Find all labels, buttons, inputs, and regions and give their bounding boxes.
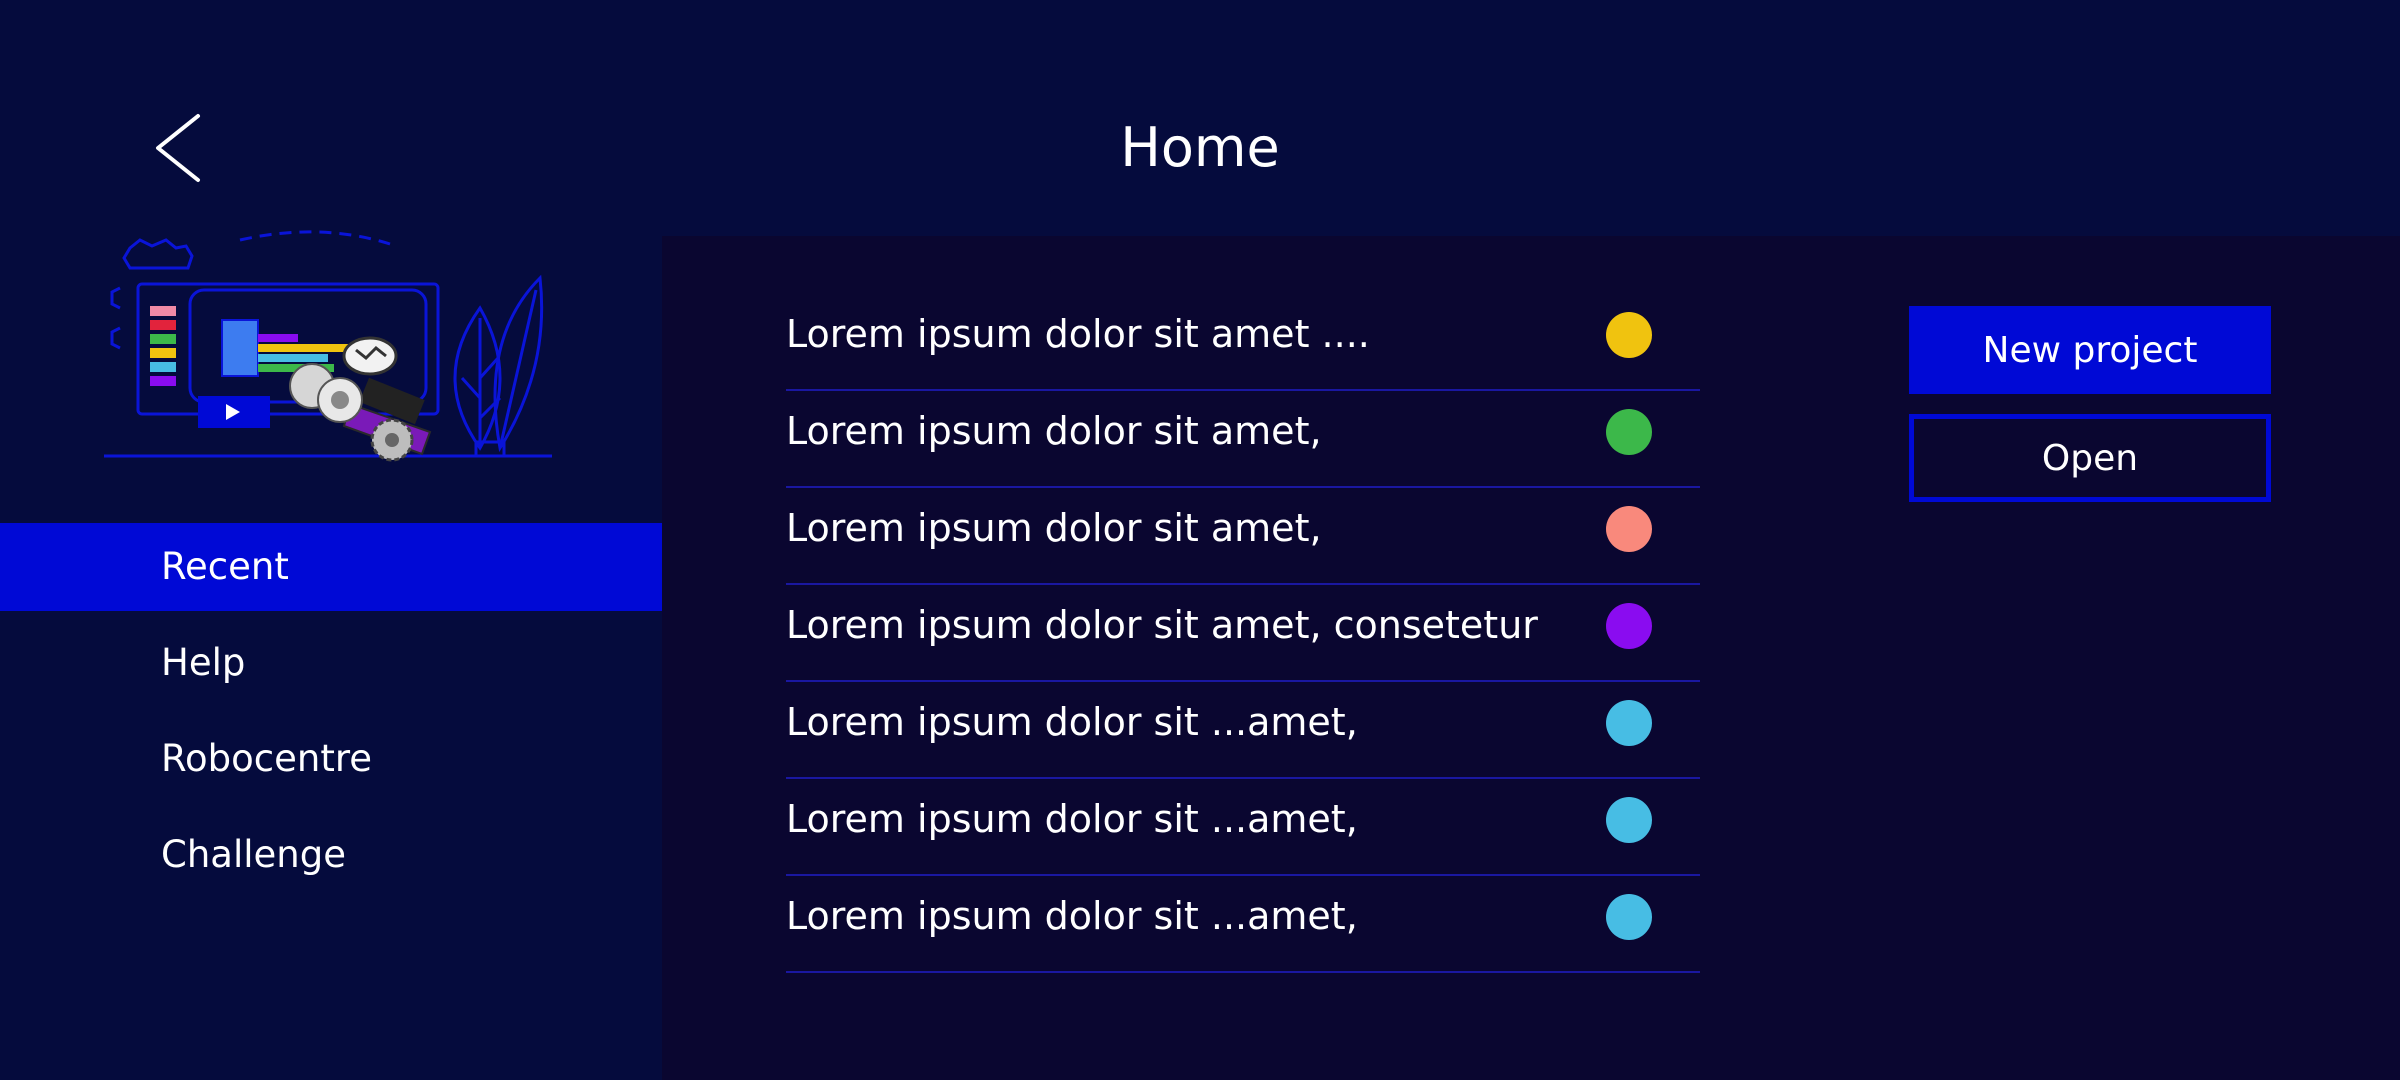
list-item[interactable]: Lorem ipsum dolor sit amet, [786,391,1700,488]
list-item[interactable]: Lorem ipsum dolor sit ...amet, [786,682,1700,779]
sidebar-item-challenge[interactable]: Challenge [0,811,662,899]
status-dot [1606,312,1652,358]
sidebar-item-label: Recent [161,545,289,588]
sidebar-item-robocentre[interactable]: Robocentre [0,715,662,803]
project-name: Lorem ipsum dolor sit ...amet, [786,797,1358,841]
list-item[interactable]: Lorem ipsum dolor sit amet .... [786,294,1700,391]
sidebar-nav: Recent Help Robocentre Challenge [0,523,662,907]
robotics-coding-illustration [104,230,552,462]
status-dot [1606,409,1652,455]
project-name: Lorem ipsum dolor sit ...amet, [786,700,1358,744]
project-name: Lorem ipsum dolor sit amet .... [786,312,1370,356]
project-name: Lorem ipsum dolor sit amet, [786,409,1322,453]
list-item[interactable]: Lorem ipsum dolor sit amet, [786,488,1700,585]
list-item[interactable]: Lorem ipsum dolor sit ...amet, [786,876,1700,973]
new-project-button[interactable]: New project [1909,306,2271,394]
list-item[interactable]: Lorem ipsum dolor sit ...amet, [786,779,1700,876]
sidebar-item-label: Help [161,641,246,684]
project-name: Lorem ipsum dolor sit ...amet, [786,894,1358,938]
recent-projects-list: Lorem ipsum dolor sit amet .... Lorem ip… [786,294,1700,973]
main-panel: Lorem ipsum dolor sit amet .... Lorem ip… [662,236,2400,1080]
status-dot [1606,603,1652,649]
list-item[interactable]: Lorem ipsum dolor sit amet, consetetur [786,585,1700,682]
home-screen: Home Recent Help Robocentre Challenge Lo… [0,0,2400,1080]
sidebar-item-help[interactable]: Help [0,619,662,707]
project-name: Lorem ipsum dolor sit amet, consetetur [786,603,1538,647]
project-name: Lorem ipsum dolor sit amet, [786,506,1322,550]
status-dot [1606,700,1652,746]
status-dot [1606,506,1652,552]
status-dot [1606,894,1652,940]
open-button[interactable]: Open [1909,414,2271,502]
status-dot [1606,797,1652,843]
sidebar-item-label: Challenge [161,833,346,876]
sidebar-item-recent[interactable]: Recent [0,523,662,611]
sidebar-item-label: Robocentre [161,737,373,780]
page-title: Home [1120,116,1280,179]
